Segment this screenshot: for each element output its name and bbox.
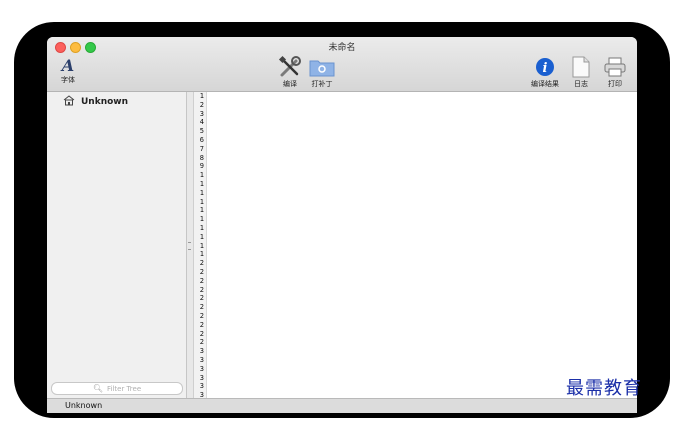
line-number: 5 [199, 127, 204, 136]
line-number: 7 [199, 144, 204, 153]
app-window: 未命名 A 字体 编译 打补丁 i 编译结果 日志 打印 Unknown 🔍︎ … [47, 37, 637, 413]
filter-placeholder: Filter Tree [107, 384, 142, 393]
info-icon: i [527, 55, 563, 79]
line-number: 2 [199, 329, 204, 338]
font-icon: A [61, 56, 75, 75]
line-number: 3 [199, 373, 204, 382]
tools-icon [276, 55, 304, 79]
line-number: 1 [199, 232, 204, 241]
line-number: 2 [199, 100, 204, 109]
splitter-grip-icon [188, 242, 191, 250]
line-number: 3 [199, 109, 204, 118]
tree-item-unknown[interactable]: Unknown [63, 95, 128, 109]
line-number: 2 [199, 267, 204, 276]
tree-item-label: Unknown [81, 97, 129, 107]
line-number: 2 [199, 303, 204, 312]
line-number: 2 [199, 285, 204, 294]
compile-button[interactable]: 编译 [276, 55, 304, 89]
print-label: 打印 [608, 80, 622, 88]
line-number: 6 [199, 135, 204, 144]
line-number: 1 [199, 179, 204, 188]
results-button[interactable]: i 编译结果 [527, 55, 563, 89]
line-number: 1 [199, 241, 204, 250]
line-number: 8 [199, 153, 204, 162]
document-icon [568, 55, 594, 79]
search-icon: 🔍︎ [92, 384, 103, 393]
line-number: 3 [199, 382, 204, 391]
watermark-logo: 最需教育 [566, 378, 642, 399]
line-number: 1 [199, 215, 204, 224]
line-number: 9 [199, 162, 204, 171]
line-number: 2 [199, 259, 204, 268]
status-bar: Unknown [47, 398, 637, 413]
line-number: 1 [199, 92, 204, 100]
font-label: 字体 [61, 76, 75, 84]
line-number: 1 [199, 197, 204, 206]
line-number: 3 [199, 391, 204, 398]
sidebar-splitter[interactable] [187, 92, 194, 398]
line-number: 2 [199, 320, 204, 329]
line-number: 1 [199, 171, 204, 180]
filter-tree-input[interactable]: 🔍︎ Filter Tree [51, 382, 183, 395]
font-button[interactable]: A 字体 [57, 57, 79, 85]
line-number: 3 [199, 347, 204, 356]
results-label: 编译结果 [531, 80, 559, 88]
line-number: 3 [199, 364, 204, 373]
printer-icon [601, 55, 629, 79]
window-title: 未命名 [328, 43, 356, 53]
line-number: 2 [199, 338, 204, 347]
line-number: 1 [199, 188, 204, 197]
line-number: 1 [199, 250, 204, 259]
status-text: Unknown [65, 401, 103, 410]
log-button[interactable]: 日志 [568, 55, 594, 89]
svg-text:i: i [543, 61, 548, 76]
line-number-gutter: 12345678911111111112222222222333333 [194, 92, 207, 398]
line-number: 4 [199, 118, 204, 127]
line-number: 2 [199, 311, 204, 320]
line-number: 1 [199, 223, 204, 232]
compile-label: 编译 [283, 80, 297, 88]
folder-icon [305, 55, 339, 79]
line-number: 1 [199, 206, 204, 215]
line-number: 2 [199, 294, 204, 303]
log-label: 日志 [574, 80, 588, 88]
title-toolbar: 未命名 A 字体 编译 打补丁 i 编译结果 日志 打印 [47, 37, 637, 92]
patch-button[interactable]: 打补丁 [305, 55, 339, 89]
line-number: 3 [199, 355, 204, 364]
home-icon [63, 95, 75, 109]
code-editor[interactable] [207, 92, 637, 398]
sidebar: Unknown 🔍︎ Filter Tree [47, 92, 187, 398]
line-number: 2 [199, 276, 204, 285]
print-button[interactable]: 打印 [601, 55, 629, 89]
patch-label: 打补丁 [311, 80, 333, 88]
